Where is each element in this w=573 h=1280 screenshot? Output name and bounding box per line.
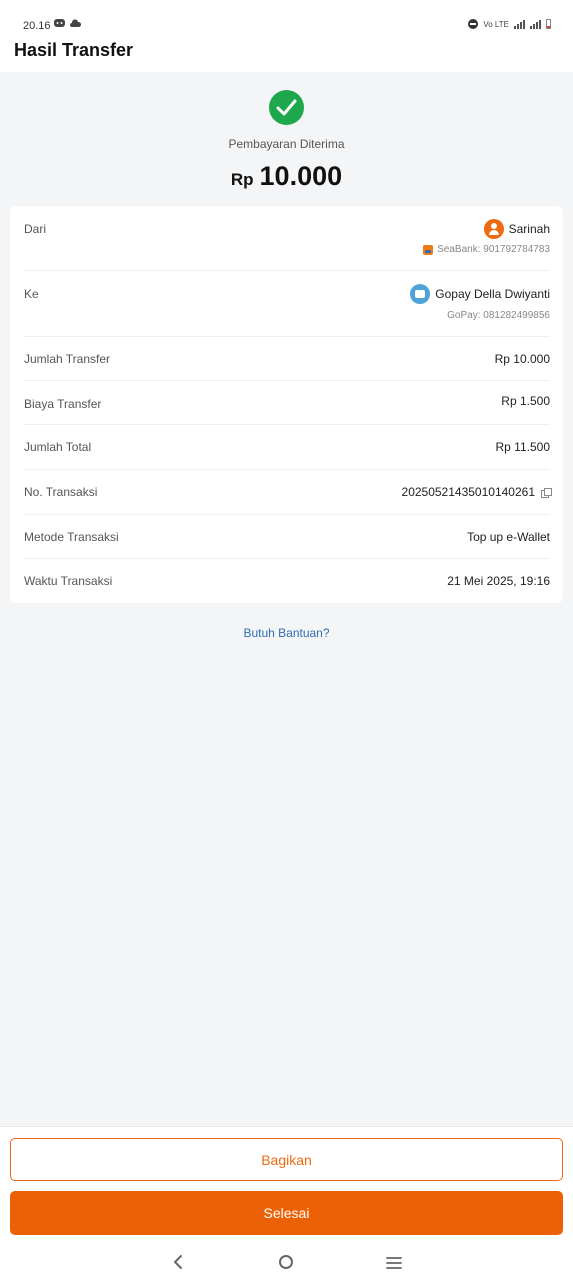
row-label: Waktu Transaksi — [24, 574, 113, 588]
row-value: Rp 11.500 — [495, 440, 551, 454]
row-value: Rp 10.000 — [494, 352, 550, 366]
sender-name: Sarinah — [508, 222, 550, 236]
notification-icons — [54, 19, 81, 30]
sender-label: Dari — [24, 222, 47, 236]
do-not-disturb-icon — [468, 19, 479, 29]
copy-icon[interactable] — [541, 488, 552, 499]
system-status-icons: Vo LTE — [468, 19, 551, 29]
network-label: Vo LTE — [483, 19, 509, 29]
page-title: Hasil Transfer — [14, 40, 134, 60]
recipient-name-wrap: Gopay Della Dwiyanti — [410, 284, 550, 304]
help-link[interactable]: Butuh Bantuan? — [0, 626, 573, 640]
wallet-icon — [410, 284, 431, 304]
recipient-name: Gopay Della Dwiyanti — [435, 287, 550, 301]
user-avatar-icon — [483, 219, 504, 239]
row-label: Jumlah Total — [24, 440, 92, 454]
payment-amount: Rp 10.000 — [0, 161, 573, 192]
row-transaction-time: Waktu Transaksi 21 Mei 2025, 19:16 — [24, 559, 550, 603]
row-total-amount: Jumlah Total Rp 11.500 — [24, 425, 550, 470]
sender-account: SeaBank: 901792784783 — [437, 244, 550, 255]
row-label: No. Transaksi — [24, 485, 98, 499]
amount-value: 10.000 — [259, 161, 343, 191]
recipient-label: Ke — [24, 287, 39, 301]
row-value: Rp 1.500 — [501, 394, 550, 408]
cloud-icon — [69, 19, 81, 27]
row-transfer-fee: Biaya Transfer Rp 1.500 — [24, 381, 550, 425]
transaction-id-wrap: 20250521435010140261 — [401, 485, 552, 499]
sender-account-wrap: SeaBank: 901792784783 — [423, 244, 550, 255]
discord-icon — [54, 19, 65, 27]
row-transfer-amount: Jumlah Transfer Rp 10.000 — [24, 337, 550, 381]
recipient-account: GoPay: 081282499856 — [447, 310, 550, 321]
system-nav-bar — [0, 1244, 573, 1280]
row-transaction-id: No. Transaksi 20250521435010140261 — [24, 470, 552, 515]
signal-2-icon — [530, 19, 541, 29]
amount-currency: Rp — [230, 170, 254, 189]
done-button[interactable]: Selesai — [10, 1191, 563, 1235]
row-label: Jumlah Transfer — [24, 352, 111, 366]
row-label: Metode Transaksi — [24, 530, 119, 544]
transaction-details-card: Dari Sarinah SeaBank: 901792784783 Ke Go… — [10, 206, 563, 603]
app-header: Hasil Transfer — [0, 36, 573, 72]
row-value: Top up e-Wallet — [467, 530, 550, 544]
home-icon[interactable] — [279, 1255, 293, 1269]
seabank-icon — [423, 244, 434, 255]
payment-status-label: Pembayaran Diterima — [228, 137, 345, 151]
status-time: 20.16 — [23, 20, 51, 32]
transaction-id: 20250521435010140261 — [401, 485, 535, 499]
battery-icon — [546, 19, 551, 29]
recent-apps-icon[interactable] — [386, 1256, 402, 1270]
row-transaction-method: Metode Transaksi Top up e-Wallet — [24, 515, 550, 559]
sender-name-wrap: Sarinah — [483, 219, 550, 239]
share-button[interactable]: Bagikan — [10, 1138, 563, 1181]
back-icon[interactable] — [171, 1254, 185, 1270]
row-sender: Dari Sarinah SeaBank: 901792784783 — [24, 206, 550, 271]
signal-1-icon — [514, 19, 525, 29]
status-bar: 20.16 Vo LTE — [0, 0, 573, 36]
row-recipient: Ke Gopay Della Dwiyanti GoPay: 081282499… — [24, 271, 550, 337]
row-label: Biaya Transfer — [24, 397, 102, 411]
payment-summary: Pembayaran Diterima Rp 10.000 — [0, 90, 573, 192]
check-circle-icon — [269, 90, 304, 125]
row-value: 21 Mei 2025, 19:16 — [447, 574, 550, 588]
